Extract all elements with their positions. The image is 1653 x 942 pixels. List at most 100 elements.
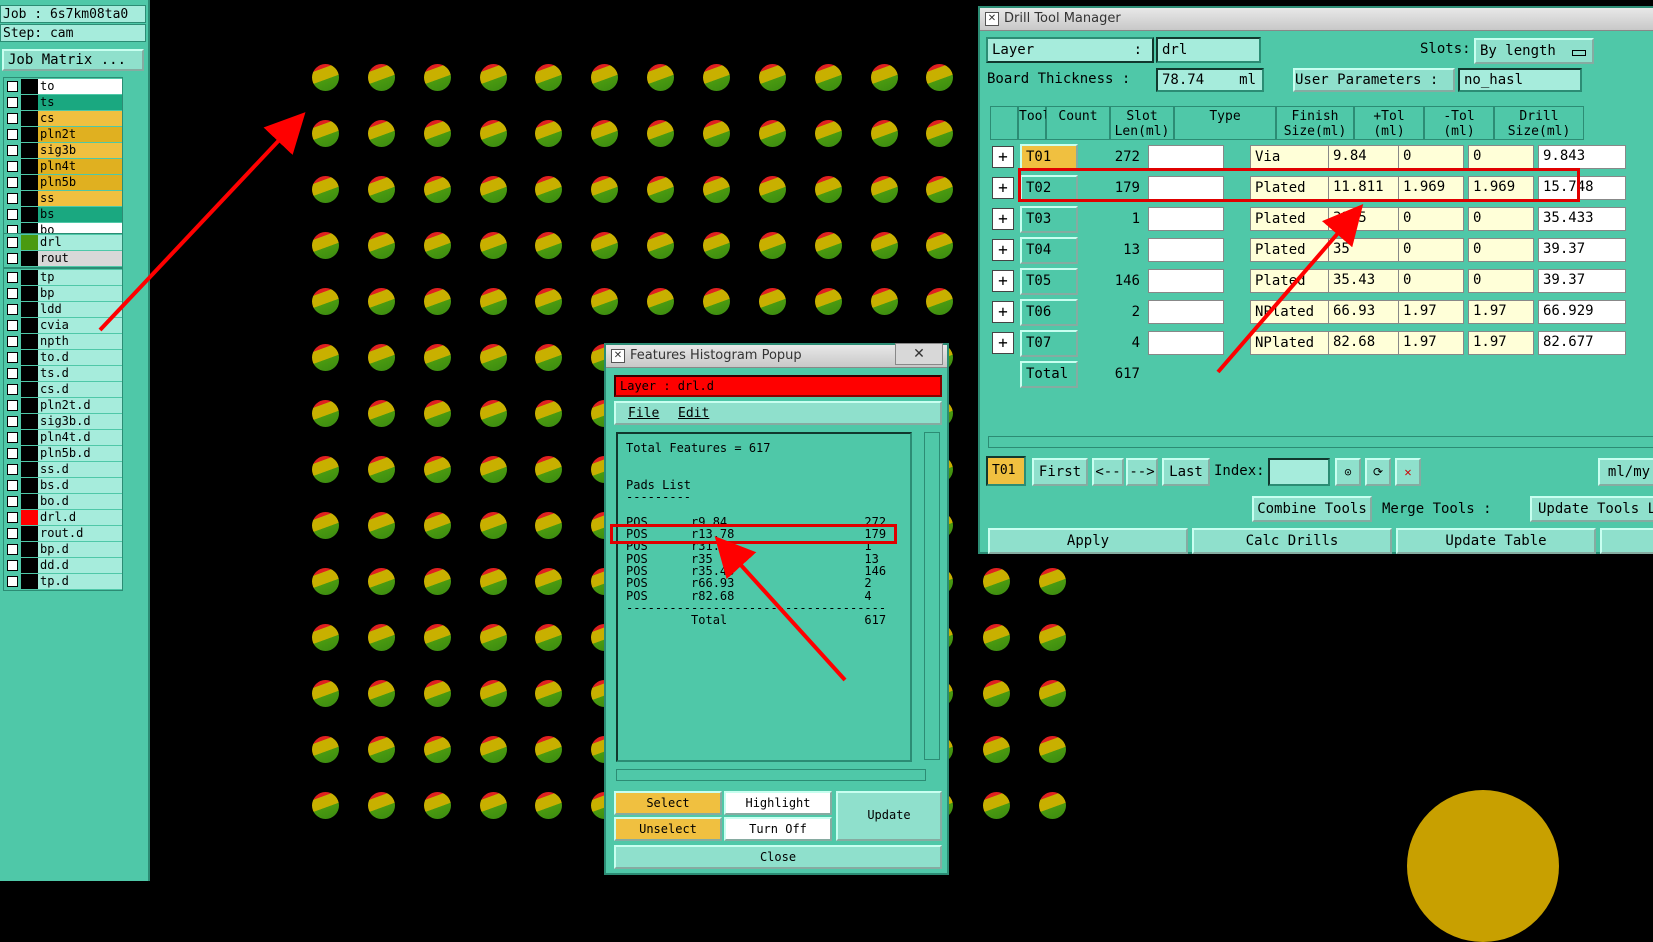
slot-length-field[interactable] — [1148, 269, 1224, 293]
layer-checkbox[interactable] — [7, 512, 18, 523]
finish-size-field[interactable]: 35 — [1328, 238, 1400, 262]
layer-name[interactable]: to — [38, 79, 122, 94]
update-button[interactable]: Update — [836, 791, 942, 841]
layer-name[interactable]: bp — [38, 286, 122, 301]
slot-length-field[interactable] — [1148, 238, 1224, 262]
layer-name[interactable]: tp.d — [38, 574, 122, 589]
slot-length-field[interactable] — [1148, 145, 1224, 169]
layer-checkbox[interactable] — [7, 129, 18, 140]
layer-name[interactable]: ss — [38, 191, 122, 206]
expand-row-icon[interactable]: + — [992, 208, 1014, 230]
layer-row-bp[interactable]: bp — [4, 286, 122, 301]
layer-checkbox[interactable] — [7, 177, 18, 188]
expand-row-icon[interactable]: + — [992, 239, 1014, 261]
layer-row-sig3b-d[interactable]: sig3b.d — [4, 414, 122, 429]
vertical-scrollbar[interactable] — [924, 432, 940, 760]
histogram-titlebar[interactable]: ✕ Features Histogram Popup ✕ — [606, 343, 947, 368]
layer-name[interactable]: pln2t — [38, 127, 122, 142]
layer-row-pln4t-d[interactable]: pln4t.d — [4, 430, 122, 445]
layer-name[interactable]: pln4t.d — [38, 430, 122, 445]
layer-row-drl-d[interactable]: drl.d — [4, 510, 122, 525]
finish-size-field[interactable]: 66.93 — [1328, 300, 1400, 324]
layer-name[interactable]: rout.d — [38, 526, 122, 541]
layer-checkbox[interactable] — [7, 496, 18, 507]
horizontal-scrollbar[interactable] — [988, 436, 1653, 448]
layer-name[interactable]: pln2t.d — [38, 398, 122, 413]
expand-row-icon[interactable]: + — [992, 270, 1014, 292]
layer-name[interactable]: npth — [38, 334, 122, 349]
layer-name[interactable]: pln5b.d — [38, 446, 122, 461]
finish-size-field[interactable]: 82.68 — [1328, 331, 1400, 355]
finish-size-field[interactable]: 35.43 — [1328, 269, 1400, 293]
layer-row-ts[interactable]: ts — [4, 95, 122, 110]
layer-checkbox[interactable] — [7, 161, 18, 172]
layer-row-pln5b[interactable]: pln5b — [4, 175, 122, 190]
slot-length-field[interactable] — [1148, 331, 1224, 355]
index-field[interactable] — [1268, 458, 1330, 486]
tool-id-button[interactable]: T07 — [1020, 330, 1078, 357]
file-menu[interactable]: File — [628, 406, 659, 421]
tool-id-button[interactable]: T04 — [1020, 237, 1078, 264]
layer-row-to[interactable]: to — [4, 79, 122, 94]
layer-checkbox[interactable] — [7, 576, 18, 587]
layer-checkbox[interactable] — [7, 113, 18, 124]
layer-row-cs-d[interactable]: cs.d — [4, 382, 122, 397]
layer-checkbox[interactable] — [7, 368, 18, 379]
layer-name[interactable]: drl — [38, 235, 122, 250]
layer-name[interactable]: pln4t — [38, 159, 122, 174]
refresh-icon[interactable]: ⟳ — [1365, 458, 1391, 486]
layer-name[interactable]: drl.d — [38, 510, 122, 525]
last-button[interactable]: Last — [1162, 458, 1210, 486]
apply-button[interactable]: Apply — [988, 528, 1188, 554]
edit-menu[interactable]: Edit — [678, 406, 709, 421]
drill-size-field[interactable]: 66.929 — [1538, 300, 1626, 324]
current-tool-field[interactable]: T01 — [986, 456, 1026, 486]
close-button[interactable]: Close — [614, 845, 942, 869]
first-button[interactable]: First — [1032, 458, 1088, 486]
layer-row-ss-d[interactable]: ss.d — [4, 462, 122, 477]
layer-checkbox[interactable] — [7, 480, 18, 491]
expand-row-icon[interactable]: + — [992, 301, 1014, 323]
layer-row-bs-d[interactable]: bs.d — [4, 478, 122, 493]
layer-row-sig3b[interactable]: sig3b — [4, 143, 122, 158]
layer-row-rout-d[interactable]: rout.d — [4, 526, 122, 541]
layer-row-ss[interactable]: ss — [4, 191, 122, 206]
layer-name[interactable]: ts.d — [38, 366, 122, 381]
minus-tol-field[interactable]: 0 — [1468, 145, 1534, 169]
minus-tol-field[interactable]: 0 — [1468, 269, 1534, 293]
drill-size-field[interactable]: 35.433 — [1538, 207, 1626, 231]
layer-name[interactable]: cvia — [38, 318, 122, 333]
layer-name[interactable]: dd.d — [38, 558, 122, 573]
user-parameters-field[interactable]: no_hasl — [1458, 68, 1582, 92]
layer-checkbox[interactable] — [7, 448, 18, 459]
layer-row-dd-d[interactable]: dd.d — [4, 558, 122, 573]
highlight-button[interactable]: Highlight — [724, 791, 832, 815]
layer-checkbox[interactable] — [7, 253, 18, 264]
drill-tool-manager-titlebar[interactable]: ✕ Drill Tool Manager — [980, 8, 1653, 31]
layer-row-cvia[interactable]: cvia — [4, 318, 122, 333]
layer-row-cs[interactable]: cs — [4, 111, 122, 126]
finish-size-field[interactable]: 9.84 — [1328, 145, 1400, 169]
layer-checkbox[interactable] — [7, 464, 18, 475]
layer-name[interactable]: ts — [38, 95, 122, 110]
layer-checkbox[interactable] — [7, 528, 18, 539]
layer-name[interactable]: sig3b.d — [38, 414, 122, 429]
plus-tol-field[interactable]: 1.97 — [1398, 300, 1464, 324]
layer-checkbox[interactable] — [7, 237, 18, 248]
layer-name[interactable]: pln5b — [38, 175, 122, 190]
layer-checkbox[interactable] — [7, 352, 18, 363]
layer-name[interactable]: sig3b — [38, 143, 122, 158]
unselect-button[interactable]: Unselect — [614, 817, 722, 841]
layer-row-pln2t-d[interactable]: pln2t.d — [4, 398, 122, 413]
layer-checkbox[interactable] — [7, 288, 18, 299]
layer-checkbox[interactable] — [7, 384, 18, 395]
layer-row-pln5b-d[interactable]: pln5b.d — [4, 446, 122, 461]
tool-id-button[interactable]: T05 — [1020, 268, 1078, 295]
layer-row-pln2t[interactable]: pln2t — [4, 127, 122, 142]
drill-size-field[interactable]: 9.843 — [1538, 145, 1626, 169]
layer-row-tp-d[interactable]: tp.d — [4, 574, 122, 589]
layer-checkbox[interactable] — [7, 416, 18, 427]
drill-size-field[interactable]: 82.677 — [1538, 331, 1626, 355]
layer-checkbox[interactable] — [7, 97, 18, 108]
horizontal-scrollbar[interactable] — [616, 769, 926, 781]
